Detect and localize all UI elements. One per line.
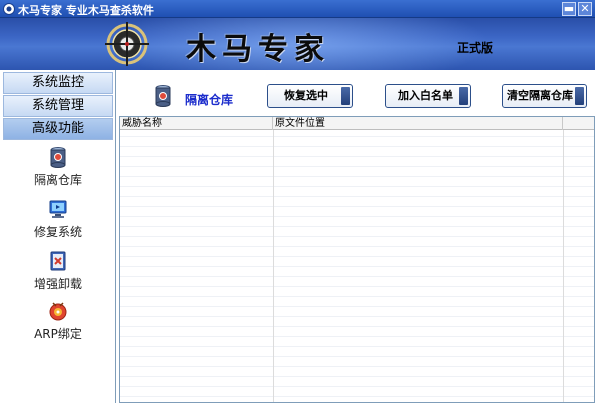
clear-quarantine-button[interactable]: 清空隔离仓库	[502, 84, 587, 108]
edition-label: 正式版	[457, 41, 494, 55]
sidebar-item-enhanced-uninstall[interactable]: 增强卸载	[3, 250, 113, 292]
module-title: 隔离仓库	[185, 93, 234, 107]
minimize-button[interactable]: ▬	[562, 2, 576, 16]
column-header-extra[interactable]	[563, 117, 594, 130]
column-divider	[563, 130, 564, 402]
sidebar-item-label: ARP绑定	[34, 327, 82, 341]
quarantine-icon	[50, 147, 66, 168]
sidebar-item-arp-bind[interactable]: ARP绑定	[3, 300, 113, 342]
uninstall-icon	[50, 251, 66, 271]
button-label: 加入白名单	[398, 89, 453, 102]
sidebar-header-system-management[interactable]: 系统管理	[3, 95, 113, 117]
button-label: 清空隔离仓库	[507, 89, 573, 102]
button-grip-icon	[575, 87, 584, 105]
sidebar-item-repair-system[interactable]: 修复系统	[3, 198, 113, 240]
sidebar-item-label: 增强卸载	[33, 277, 82, 291]
button-grip-icon	[459, 87, 468, 105]
column-header-threat-name[interactable]: 威胁名称	[120, 117, 273, 130]
table-header: 威胁名称 原文件位置	[120, 117, 594, 130]
add-whitelist-button[interactable]: 加入白名单	[385, 84, 471, 108]
button-label: 恢复选中	[284, 89, 328, 102]
button-grip-icon	[341, 87, 350, 105]
column-divider	[273, 130, 274, 402]
sidebar-item-label: 隔离仓库	[33, 173, 82, 187]
sidebar-header-system-monitor[interactable]: 系统监控	[3, 72, 113, 94]
sidebar-item-quarantine[interactable]: 隔离仓库	[3, 146, 113, 188]
restore-selected-button[interactable]: 恢复选中	[267, 84, 353, 108]
crosshair-logo-icon	[105, 22, 149, 66]
repair-system-icon	[49, 200, 67, 218]
sidebar-header-advanced[interactable]: 高级功能	[3, 118, 113, 140]
header-banner: 木马专家 正式版	[0, 18, 595, 70]
arp-bind-icon	[49, 302, 67, 321]
main-panel: 隔离仓库 恢复选中 加入白名单 清空隔离仓库 威胁名称 原文件位置	[117, 70, 595, 403]
close-button[interactable]: ✕	[578, 2, 592, 16]
quarantine-table[interactable]: 威胁名称 原文件位置	[119, 116, 595, 403]
app-icon	[3, 3, 15, 15]
column-header-original-location[interactable]: 原文件位置	[273, 117, 563, 130]
brand-title: 木马专家	[186, 32, 330, 67]
sidebar: 系统监控 系统管理 高级功能 隔离仓库 修复系统 增强卸载 ARP绑定	[0, 70, 116, 403]
quarantine-icon	[155, 85, 171, 107]
title-bar: 木马专家 专业木马查杀软件 ▬ ✕	[0, 0, 595, 18]
sidebar-item-label: 修复系统	[33, 225, 82, 239]
window-title: 木马专家 专业木马查杀软件	[18, 4, 154, 17]
